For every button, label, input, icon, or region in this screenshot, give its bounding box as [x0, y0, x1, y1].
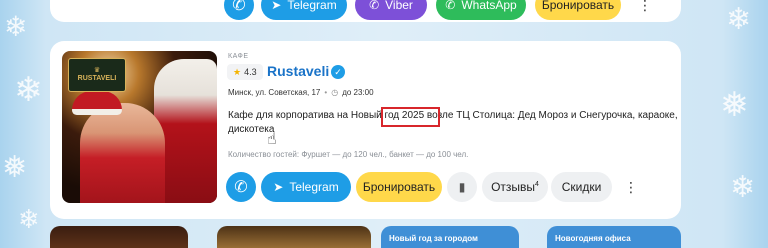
telegram-button[interactable]: ➤ Telegram — [261, 0, 347, 20]
snowflake-icon: ❄ — [726, 2, 752, 37]
snowflake-icon: ❅ — [2, 150, 28, 185]
hand-cursor-icon: ☝ — [267, 131, 277, 148]
snowflake-icon: ❄ — [730, 170, 756, 205]
whatsapp-button[interactable]: ✆ WhatsApp — [436, 0, 526, 20]
telegram-icon: ➤ — [273, 180, 284, 194]
bookmark-button[interactable]: ▮ — [447, 172, 477, 202]
venue-category: КАФЕ — [228, 53, 249, 60]
venue-card-preview[interactable] — [217, 226, 371, 248]
more-menu-icon[interactable]: ⋮ — [630, 0, 660, 20]
venue-title[interactable]: Rustaveli — [267, 63, 329, 79]
previous-venue-card: ✆ ➤ Telegram ✆ Viber ✆ WhatsApp Брониров… — [50, 0, 681, 22]
telegram-icon: ➤ — [271, 0, 282, 12]
venue-address: Минск, ул. Советская, 17 • ◷ до 23:00 — [228, 88, 374, 97]
snow-decoration-right: ❄ ❅ ❄ — [718, 0, 768, 248]
phone-icon: ✆ — [232, 0, 246, 14]
call-button[interactable]: ✆ — [226, 172, 256, 202]
clock-icon: ◷ — [331, 88, 339, 97]
call-button[interactable]: ✆ — [224, 0, 254, 20]
star-icon: ★ — [233, 66, 242, 77]
guest-capacity: Количество гостей: Фуршет — до 120 чел.,… — [228, 150, 469, 159]
promo-card[interactable]: Новый год за городом — [381, 226, 519, 248]
venue-description[interactable]: Кафе для корпоратива на Новый год 2025 в… — [228, 109, 683, 137]
highlight-box — [381, 107, 440, 127]
verified-icon: ✓ — [331, 65, 345, 79]
snowflake-icon: ❅ — [720, 85, 749, 125]
book-button[interactable]: Бронировать — [535, 0, 621, 20]
reviews-button[interactable]: Отзывы4 — [482, 172, 548, 202]
snowflake-icon: ❄ — [4, 10, 28, 43]
promo-card[interactable]: Новогодняя офиса — [547, 226, 681, 248]
more-menu-icon[interactable]: ⋮ — [616, 172, 646, 202]
discounts-button[interactable]: Скидки — [551, 172, 612, 202]
rating-badge: ★ 4.3 — [227, 64, 263, 80]
phone-icon: ✆ — [234, 179, 248, 196]
snowflake-icon: ❄ — [18, 205, 40, 235]
venue-logo: ♛ RUSTAVELI — [68, 58, 126, 92]
venue-photo[interactable]: ♛ RUSTAVELI — [62, 51, 217, 203]
bookmark-icon: ▮ — [458, 180, 466, 194]
venue-card-preview[interactable] — [50, 226, 188, 248]
viber-button[interactable]: ✆ Viber — [355, 0, 427, 20]
venue-card: ♛ RUSTAVELI КАФЕ ★ 4.3 Rustaveli ✓ Минск… — [50, 41, 681, 219]
whatsapp-icon: ✆ — [445, 0, 456, 12]
viber-icon: ✆ — [369, 0, 380, 12]
telegram-button[interactable]: ➤ Telegram — [261, 172, 351, 202]
snow-decoration-left: ❄ ❄ ❅ ❄ — [0, 0, 50, 248]
book-button[interactable]: Бронировать — [356, 172, 442, 202]
snowflake-icon: ❄ — [14, 70, 43, 110]
